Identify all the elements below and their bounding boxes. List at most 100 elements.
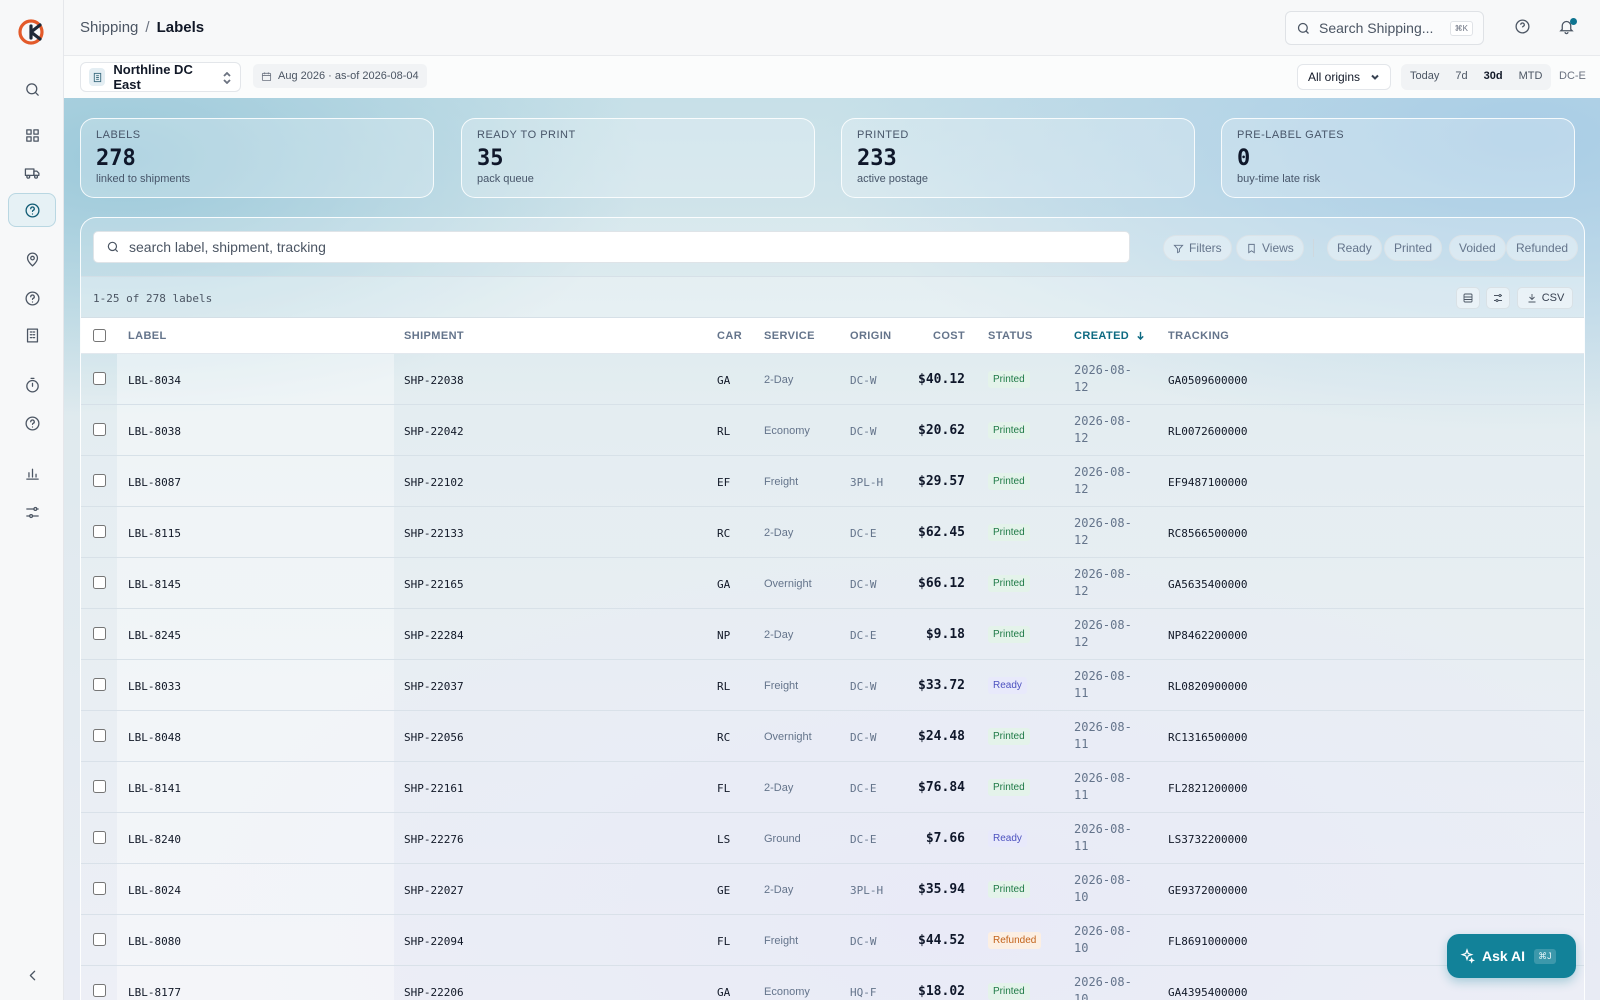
truck-icon[interactable]: [8, 155, 56, 189]
label-id[interactable]: LBL-8240: [128, 833, 181, 846]
status-pill-printed[interactable]: Printed: [1384, 235, 1443, 261]
row-checkbox[interactable]: [93, 525, 106, 538]
row-checkbox[interactable]: [93, 678, 106, 691]
app-logo[interactable]: [17, 17, 47, 47]
help-circle-icon[interactable]: [8, 281, 56, 315]
table-row[interactable]: LBL-8245 SHP-22284 NP 2-Day DC-E $9.18 Printed…: [81, 609, 1584, 660]
shipment-id[interactable]: SHP-22042: [404, 425, 464, 438]
label-id[interactable]: LBL-8048: [128, 731, 181, 744]
shipment-id[interactable]: SHP-22284: [404, 629, 464, 642]
shipment-id[interactable]: SHP-22038: [404, 374, 464, 387]
shipment-id[interactable]: SHP-22037: [404, 680, 464, 693]
row-checkbox[interactable]: [93, 831, 106, 844]
table-row[interactable]: LBL-8080 SHP-22094 FL Freight DC-W $44.52 Refu…: [81, 915, 1584, 966]
breadcrumb-shipping[interactable]: Shipping: [80, 19, 138, 36]
row-checkbox[interactable]: [93, 372, 106, 385]
range-mtd[interactable]: MTD: [1512, 66, 1550, 88]
range-30d[interactable]: 30d: [1477, 66, 1510, 88]
help-circle-icon[interactable]: [8, 406, 56, 440]
bar-chart-icon[interactable]: [8, 456, 56, 490]
shipment-id[interactable]: SHP-22165: [404, 578, 464, 591]
export-csv-button[interactable]: CSV: [1517, 287, 1573, 309]
range-today[interactable]: Today: [1403, 66, 1446, 88]
select-all-checkbox[interactable]: [93, 329, 106, 342]
label-id[interactable]: LBL-8177: [128, 986, 181, 999]
label-id[interactable]: LBL-8141: [128, 782, 181, 795]
table-row[interactable]: LBL-8177 SHP-22206 GA Economy HQ-F $18.02 Prin…: [81, 966, 1584, 1000]
tracking-number[interactable]: FL2821200000: [1168, 782, 1247, 795]
building-icon[interactable]: [8, 318, 56, 352]
help-icon[interactable]: [1514, 18, 1534, 38]
site-selector[interactable]: Northline DC East: [80, 62, 241, 92]
table-search-input[interactable]: [129, 239, 1109, 255]
label-id[interactable]: LBL-8024: [128, 884, 181, 897]
filters-button[interactable]: Filters: [1163, 235, 1232, 261]
column-created[interactable]: CREATED: [1074, 330, 1145, 342]
global-search[interactable]: Search Shipping... ⌘K: [1285, 11, 1484, 45]
row-checkbox[interactable]: [93, 423, 106, 436]
tracking-number[interactable]: RL0072600000: [1168, 425, 1247, 438]
columns-settings-icon[interactable]: [1486, 287, 1510, 309]
tracking-number[interactable]: RC1316500000: [1168, 731, 1247, 744]
label-id[interactable]: LBL-8080: [128, 935, 181, 948]
label-id[interactable]: LBL-8033: [128, 680, 181, 693]
column-origin[interactable]: ORIGIN: [850, 330, 892, 342]
column-cost[interactable]: COST: [933, 330, 965, 342]
table-row[interactable]: LBL-8048 SHP-22056 RC Overnight DC-W $24.48 Pr…: [81, 711, 1584, 762]
shipment-id[interactable]: SHP-22094: [404, 935, 464, 948]
tracking-number[interactable]: NP8462200000: [1168, 629, 1247, 642]
status-pill-voided[interactable]: Voided: [1449, 235, 1506, 261]
label-id[interactable]: LBL-8245: [128, 629, 181, 642]
shipment-id[interactable]: SHP-22102: [404, 476, 464, 489]
column-service[interactable]: SERVICE: [764, 330, 815, 342]
tracking-number[interactable]: GA4395400000: [1168, 986, 1247, 999]
collapse-sidebar-icon[interactable]: [8, 958, 56, 992]
table-row[interactable]: LBL-8033 SHP-22037 RL Freight DC-W $33.72 Read…: [81, 660, 1584, 711]
sidebar-item-labels[interactable]: [8, 193, 56, 227]
table-row[interactable]: LBL-8087 SHP-22102 EF Freight 3PL-H $29.57 Pri…: [81, 456, 1584, 507]
tracking-number[interactable]: RL0820900000: [1168, 680, 1247, 693]
table-row[interactable]: LBL-8034 SHP-22038 GA 2-Day DC-W $40.12 Printe…: [81, 354, 1584, 405]
tracking-number[interactable]: GA0509600000: [1168, 374, 1247, 387]
label-id[interactable]: LBL-8038: [128, 425, 181, 438]
row-checkbox[interactable]: [93, 984, 106, 997]
tracking-number[interactable]: EF9487100000: [1168, 476, 1247, 489]
origin-select[interactable]: All origins: [1297, 64, 1391, 90]
table-row[interactable]: LBL-8115 SHP-22133 RC 2-Day DC-E $62.45 Printe…: [81, 507, 1584, 558]
status-pill-ready[interactable]: Ready: [1327, 235, 1382, 261]
row-checkbox[interactable]: [93, 627, 106, 640]
row-checkbox[interactable]: [93, 882, 106, 895]
label-id[interactable]: LBL-8087: [128, 476, 181, 489]
search-icon[interactable]: [8, 72, 56, 106]
column-status[interactable]: STATUS: [988, 330, 1033, 342]
table-row[interactable]: LBL-8240 SHP-22276 LS Ground DC-E $7.66 Ready 2…: [81, 813, 1584, 864]
table-row[interactable]: LBL-8145 SHP-22165 GA Overnight DC-W $66.12 Pr…: [81, 558, 1584, 609]
column-car[interactable]: CAR: [717, 330, 742, 342]
column-shipment[interactable]: SHIPMENT: [404, 330, 464, 342]
density-icon[interactable]: [1456, 287, 1480, 309]
label-id[interactable]: LBL-8115: [128, 527, 181, 540]
timer-icon[interactable]: [8, 368, 56, 402]
tracking-number[interactable]: FL8691000000: [1168, 935, 1247, 948]
row-checkbox[interactable]: [93, 474, 106, 487]
dashboard-icon[interactable]: [8, 118, 56, 152]
views-button[interactable]: Views: [1236, 235, 1304, 261]
row-checkbox[interactable]: [93, 933, 106, 946]
sliders-icon[interactable]: [8, 495, 56, 529]
table-row[interactable]: LBL-8141 SHP-22161 FL 2-Day DC-E $76.84 Printe…: [81, 762, 1584, 813]
table-row[interactable]: LBL-8038 SHP-22042 RL Economy DC-W $20.62 Prin…: [81, 405, 1584, 456]
shipment-id[interactable]: SHP-22133: [404, 527, 464, 540]
column-label[interactable]: LABEL: [128, 330, 167, 342]
period-chip[interactable]: Aug 2026 · as-of 2026-08-04: [253, 64, 427, 88]
bell-icon[interactable]: [1558, 18, 1578, 38]
shipment-id[interactable]: SHP-22161: [404, 782, 464, 795]
table-row[interactable]: LBL-8024 SHP-22027 GE 2-Day 3PL-H $35.94 Print…: [81, 864, 1584, 915]
row-checkbox[interactable]: [93, 729, 106, 742]
range-7d[interactable]: 7d: [1448, 66, 1474, 88]
shipment-id[interactable]: SHP-22027: [404, 884, 464, 897]
shipment-id[interactable]: SHP-22056: [404, 731, 464, 744]
row-checkbox[interactable]: [93, 576, 106, 589]
shipment-id[interactable]: SHP-22206: [404, 986, 464, 999]
tracking-number[interactable]: GA5635400000: [1168, 578, 1247, 591]
tracking-number[interactable]: LS3732200000: [1168, 833, 1247, 846]
